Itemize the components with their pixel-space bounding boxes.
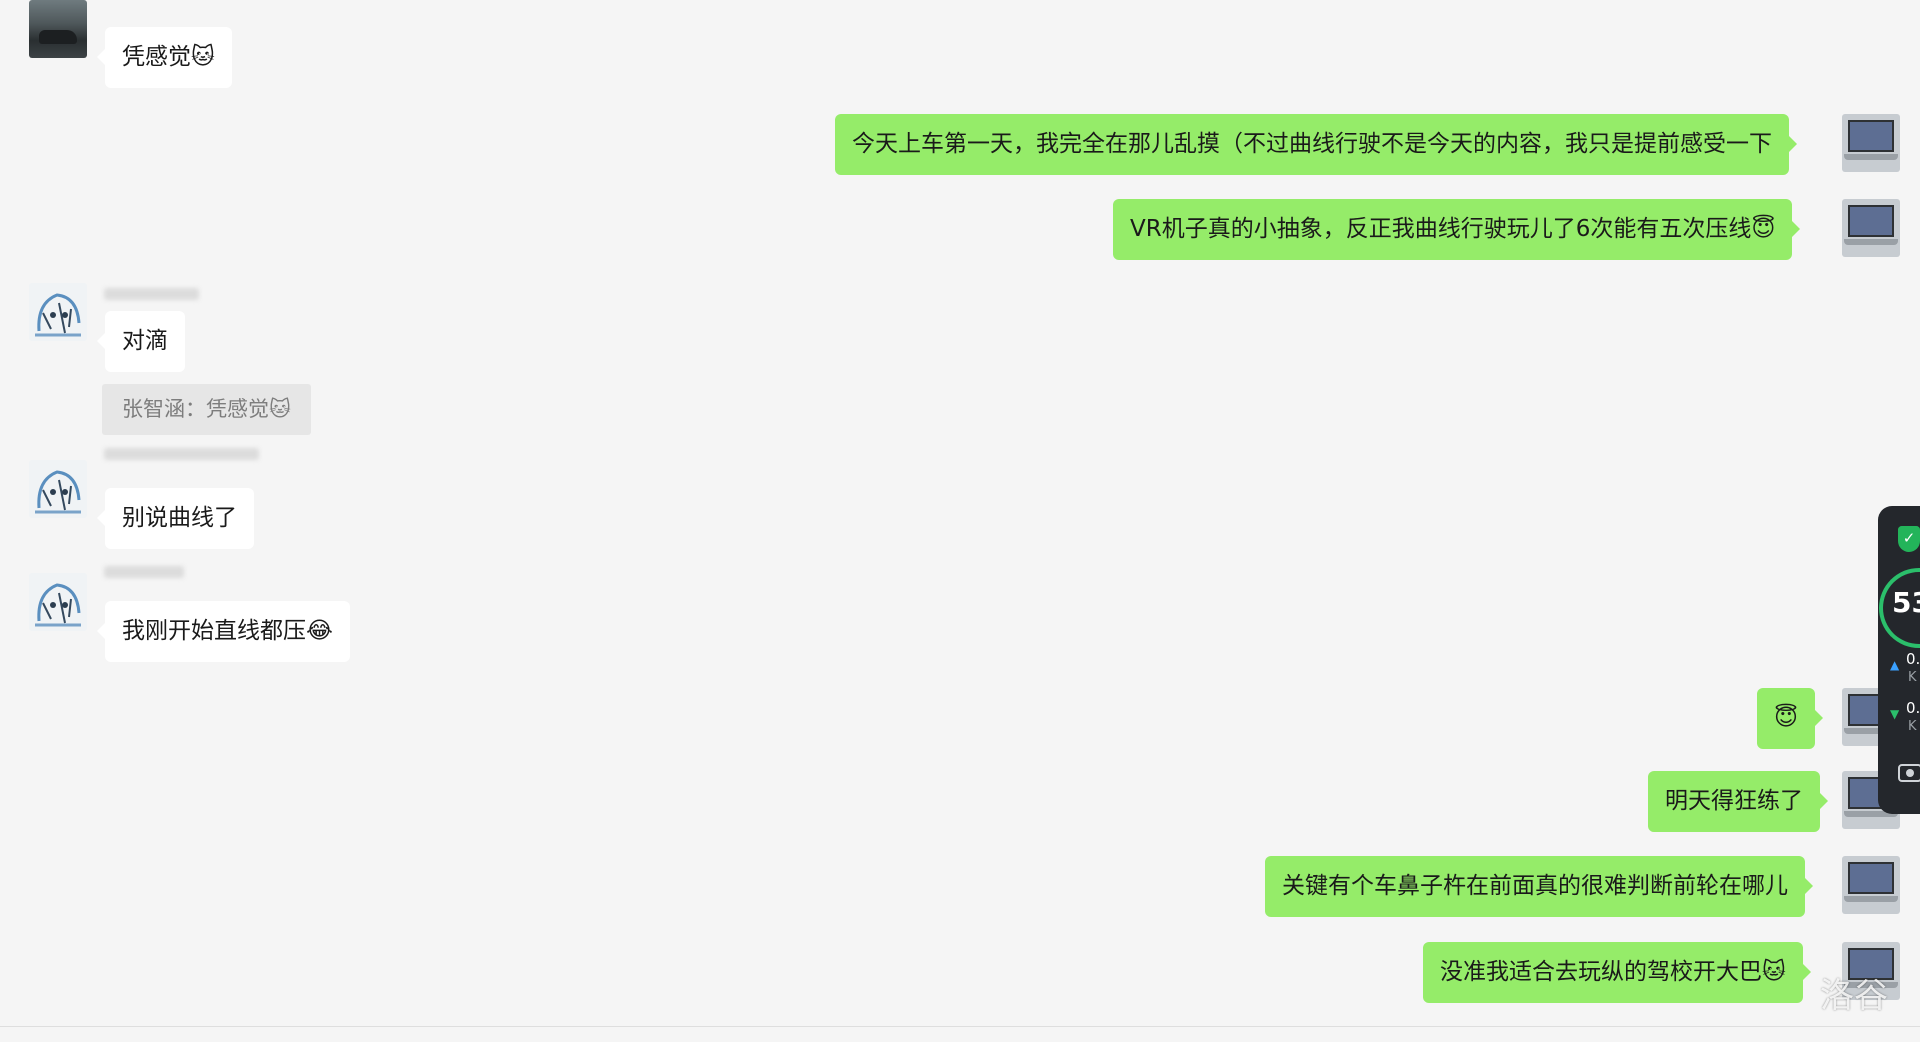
upload-unit: K	[1908, 670, 1917, 685]
upload-rate: 0.	[1906, 650, 1920, 668]
message-bubble-outgoing[interactable]: VR机子真的小抽象，反正我曲线行驶玩儿了6次能有五次压线😇	[1113, 199, 1801, 260]
contact-avatar[interactable]	[29, 573, 87, 631]
message-bubble-outgoing[interactable]: 没准我适合去玩纵的驾校开大巴🐱	[1423, 942, 1811, 1003]
contact-avatar[interactable]	[29, 283, 87, 341]
sender-name	[104, 288, 199, 300]
quoted-message[interactable]: 张智涵：凭感觉🐱	[102, 384, 311, 435]
sender-name	[104, 448, 259, 460]
message-bubble-incoming[interactable]: 凭感觉🐱	[97, 27, 232, 88]
contact-avatar[interactable]	[29, 460, 87, 518]
self-avatar[interactable]	[1842, 199, 1900, 257]
anime-avatar-image	[35, 470, 81, 514]
message-bubble-incoming[interactable]: 对滴	[97, 311, 185, 372]
chat-panel: 凭感觉🐱 今天上车第一天，我完全在那儿乱摸（不过曲线行驶不是今天的内容，我只是提…	[0, 0, 1920, 1042]
anime-avatar-image	[35, 293, 81, 337]
self-avatar[interactable]	[1842, 856, 1900, 914]
shield-check-icon: ✓	[1898, 526, 1920, 552]
contact-avatar[interactable]	[29, 0, 87, 58]
self-avatar[interactable]	[1842, 114, 1900, 172]
message-bubble-outgoing[interactable]: 明天得狂练了	[1648, 771, 1828, 832]
download-arrow-icon: ▼	[1890, 707, 1900, 721]
camera-icon[interactable]	[1898, 764, 1920, 782]
message-bubble-outgoing[interactable]: 😇	[1757, 688, 1823, 749]
message-bubble-incoming[interactable]: 别说曲线了	[97, 488, 254, 549]
anime-avatar-image	[35, 583, 81, 627]
message-bubble-incoming[interactable]: 我刚开始直线都压😂	[97, 601, 350, 662]
network-speed-widget[interactable]: ✓ 53 ▲ 0. K ▼ 0. K	[1878, 506, 1920, 814]
message-bubble-outgoing[interactable]: 今天上车第一天，我完全在那儿乱摸（不过曲线行驶不是今天的内容，我只是提前感受一下	[835, 114, 1797, 175]
download-rate: 0.	[1906, 699, 1920, 717]
input-divider	[0, 1026, 1920, 1027]
sender-name	[104, 566, 184, 578]
message-bubble-outgoing[interactable]: 关键有个车鼻子杵在前面真的很难判断前轮在哪儿	[1265, 856, 1813, 917]
download-unit: K	[1908, 719, 1917, 734]
upload-arrow-icon: ▲	[1890, 658, 1900, 672]
speed-value: 53	[1892, 586, 1920, 619]
watermark: 洛谷	[1820, 976, 1888, 1016]
